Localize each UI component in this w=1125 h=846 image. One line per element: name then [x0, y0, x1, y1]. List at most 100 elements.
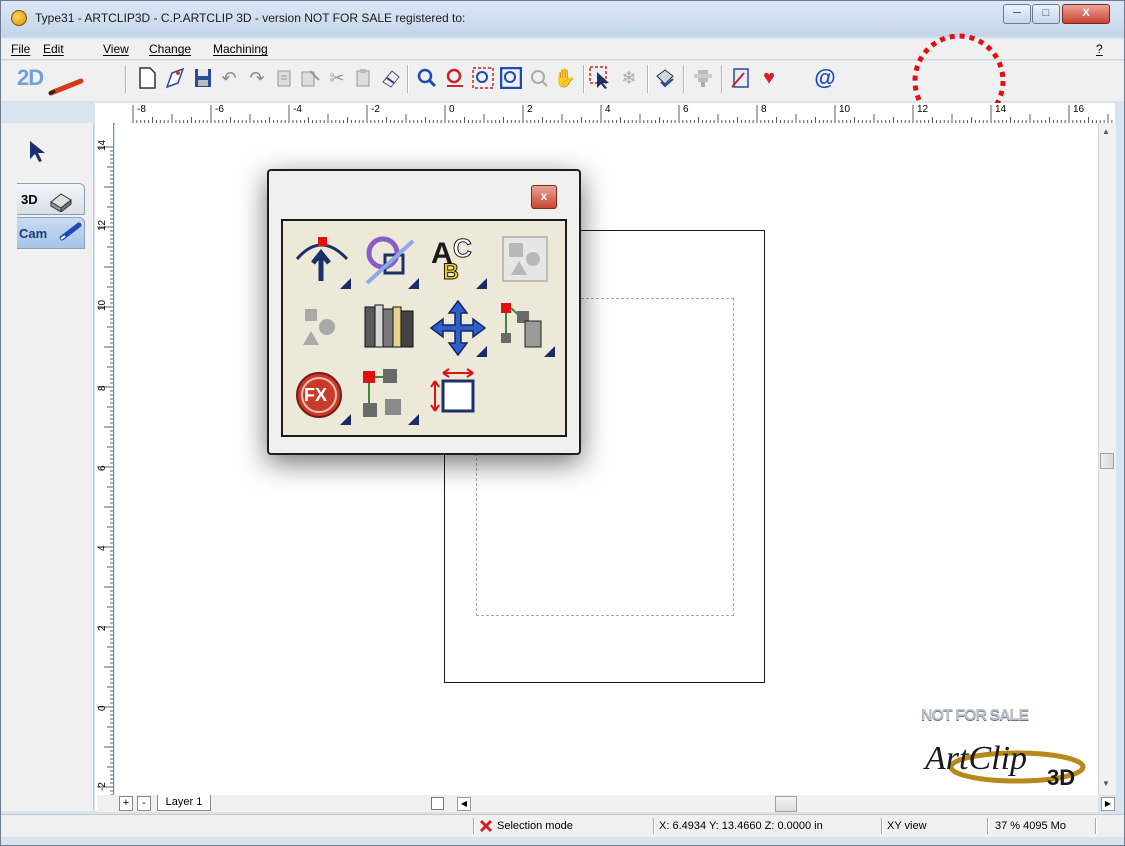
selection-mode-x-icon [479, 819, 493, 833]
ruler-h-label: -2 [371, 104, 380, 115]
layer-checkbox[interactable] [431, 797, 444, 810]
minimize-button[interactable]: ─ [1003, 4, 1031, 24]
status-memory: 37 % 4095 Mo [995, 820, 1066, 832]
menu-machining[interactable]: Machining [213, 42, 268, 56]
ruler-h-label: 12 [917, 104, 929, 115]
primitives-icon[interactable] [291, 297, 353, 359]
zoom-in-icon[interactable] [415, 66, 439, 90]
menu-view[interactable]: View [103, 42, 129, 56]
eraser-icon[interactable] [379, 66, 403, 90]
ruler-h-label: 6 [683, 104, 689, 115]
hierarchy-3d-icon[interactable] [495, 297, 557, 359]
zoom-window-icon[interactable] [499, 66, 523, 90]
ruler-v-label: 12 [97, 219, 108, 231]
ruler-v-label: 6 [97, 465, 108, 471]
text-abc-icon[interactable]: ACB [427, 229, 489, 291]
horizontal-ruler: -8 -6 -4 -2 0 2 4 6 8 10 12 14 16 [105, 103, 1115, 124]
tab-3d-label: 3D [21, 192, 38, 207]
save-icon[interactable] [191, 66, 215, 90]
watermark-text: NOT FOR SALE [921, 707, 1029, 724]
menu-file[interactable]: File [11, 42, 30, 56]
pencil-icon [48, 78, 84, 96]
status-bar: Selection mode X: 6.4934 Y: 13.4660 Z: 0… [1, 814, 1124, 837]
vertical-scrollbar[interactable]: ▲ ▼ [1098, 123, 1116, 795]
open-icon[interactable] [163, 66, 187, 90]
maximize-button[interactable]: □ [1032, 4, 1060, 24]
menu-edit[interactable]: Edit [43, 42, 64, 56]
ruler-h-label: 16 [1073, 104, 1085, 115]
ruler-h-label: 0 [449, 104, 455, 115]
scroll-up-icon[interactable]: ▲ [1102, 127, 1110, 136]
heart-icon[interactable]: ♥ [757, 66, 781, 90]
remove-layer-button[interactable]: - [137, 796, 151, 811]
select-arrow-icon[interactable] [589, 66, 613, 90]
ruler-h-label: -8 [137, 104, 146, 115]
ruler-h-label: 14 [995, 104, 1007, 115]
status-divider [653, 818, 655, 834]
zoom-fit-icon[interactable] [471, 66, 495, 90]
tab-3d[interactable]: 3D [17, 183, 85, 215]
redo-icon[interactable]: ↷ [245, 66, 269, 90]
shape-circle-square-icon[interactable] [359, 229, 421, 291]
menu-change[interactable]: Change [149, 42, 191, 56]
expand-corner-icon [408, 278, 419, 289]
scroll-right-icon[interactable]: ▶ [1101, 797, 1115, 811]
tab-layer-1[interactable]: Layer 1 [157, 795, 211, 811]
notes-icon[interactable] [729, 66, 753, 90]
curve-node-icon[interactable] [291, 229, 353, 291]
palette-close-button[interactable]: x [531, 185, 557, 209]
window-title: Type31 - ARTCLIP3D - C.P.ARTCLIP 3D - ve… [35, 11, 466, 25]
toolbar-separator [683, 65, 685, 93]
status-divider [987, 818, 989, 834]
zoom-out-icon[interactable] [443, 66, 467, 90]
svg-text:ArtClip: ArtClip [923, 740, 1027, 777]
drawing-canvas[interactable] [115, 123, 1098, 795]
3d-box-icon [50, 193, 72, 212]
status-divider [473, 818, 475, 834]
vertical-ruler: 14 12 10 8 6 4 2 0 -2 [95, 123, 114, 811]
horizontal-scroll-thumb[interactable] [775, 796, 797, 812]
cut-icon[interactable]: ✂ [325, 66, 349, 90]
status-divider [1095, 818, 1097, 834]
palette-tool-grid: ACB FX [281, 219, 567, 437]
paste-icon[interactable] [299, 66, 323, 90]
close-button[interactable]: X [1062, 4, 1110, 24]
status-mode: Selection mode [497, 820, 573, 832]
resize-frame-icon[interactable] [427, 365, 489, 427]
ruler-v-label: 14 [97, 139, 108, 151]
vertical-scroll-thumb[interactable] [1100, 453, 1114, 469]
ruler-h-label: 8 [761, 104, 767, 115]
expand-corner-icon [340, 278, 351, 289]
tool-disabled-icon [691, 66, 715, 90]
clipboard-icon[interactable] [351, 66, 375, 90]
select-pointer-icon[interactable] [27, 139, 49, 168]
pan-hand-icon[interactable]: ✋ [553, 66, 577, 90]
move-cross-arrows-icon[interactable] [427, 297, 489, 359]
at-sign-icon[interactable]: @ [813, 66, 837, 90]
artclip-logo: ArtClip 3D [923, 740, 1086, 790]
fx-label: FX [304, 385, 328, 405]
expand-corner-icon [476, 278, 487, 289]
tab-cam[interactable]: Cam [17, 217, 85, 249]
tab-cam-label: Cam [19, 226, 48, 241]
library-books-icon[interactable] [359, 297, 421, 359]
left-sidebar: 3D Cam [1, 123, 94, 811]
add-layer-button[interactable]: + [119, 796, 133, 811]
horizontal-scrollbar[interactable]: ◀ ▶ [455, 795, 1115, 812]
primitives-disabled-icon [495, 229, 557, 291]
copy-icon[interactable] [273, 66, 297, 90]
scroll-left-icon[interactable]: ◀ [457, 797, 471, 811]
fx-effects-icon[interactable]: FX [291, 365, 353, 427]
svg-text:3D: 3D [1047, 765, 1075, 790]
expand-corner-icon [544, 346, 555, 357]
ruler-h-label: -6 [215, 104, 224, 115]
print-icon[interactable] [653, 66, 677, 90]
new-document-icon[interactable] [135, 66, 159, 90]
undo-icon[interactable]: ↶ [217, 66, 241, 90]
hierarchy-nodes-icon[interactable] [359, 365, 421, 427]
scroll-down-icon[interactable]: ▼ [1102, 779, 1110, 788]
expand-corner-icon [408, 414, 419, 425]
menu-help[interactable]: ? [1096, 42, 1103, 56]
snowflake-icon[interactable]: ❄ [617, 66, 641, 90]
mode-2d-label[interactable]: 2D [17, 65, 44, 91]
